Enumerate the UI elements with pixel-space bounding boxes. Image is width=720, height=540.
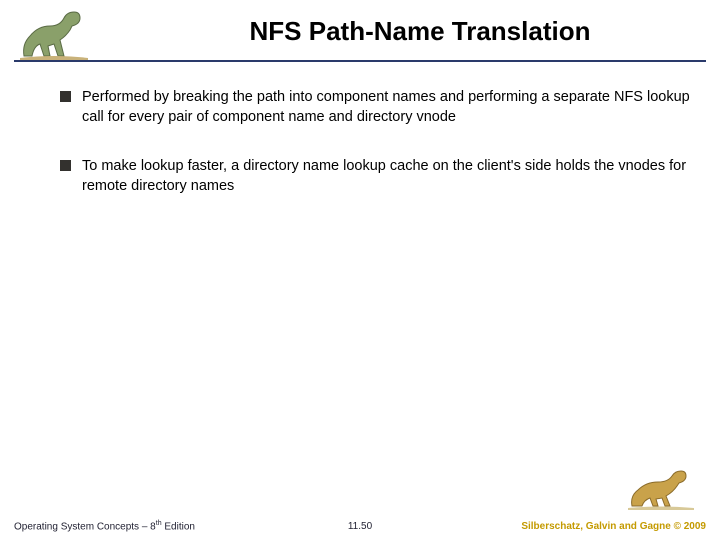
footer-right: Silberschatz, Galvin and Gagne © 2009 <box>521 521 706 532</box>
bullet-text: To make lookup faster, a directory name … <box>82 158 686 194</box>
square-bullet-icon <box>60 91 71 102</box>
content-area: Performed by breaking the path into comp… <box>60 88 690 226</box>
footer: Operating System Concepts – 8th Edition … <box>0 500 720 540</box>
bullet-item: To make lookup faster, a directory name … <box>60 157 690 196</box>
dinosaur-icon <box>14 6 94 62</box>
slide: NFS Path-Name Translation Performed by b… <box>0 0 720 540</box>
header: NFS Path-Name Translation <box>0 0 720 62</box>
square-bullet-icon <box>60 160 71 171</box>
bullet-item: Performed by breaking the path into comp… <box>60 88 690 127</box>
title-underline <box>14 60 706 62</box>
bullet-text: Performed by breaking the path into comp… <box>82 89 690 125</box>
slide-title: NFS Path-Name Translation <box>140 16 700 47</box>
